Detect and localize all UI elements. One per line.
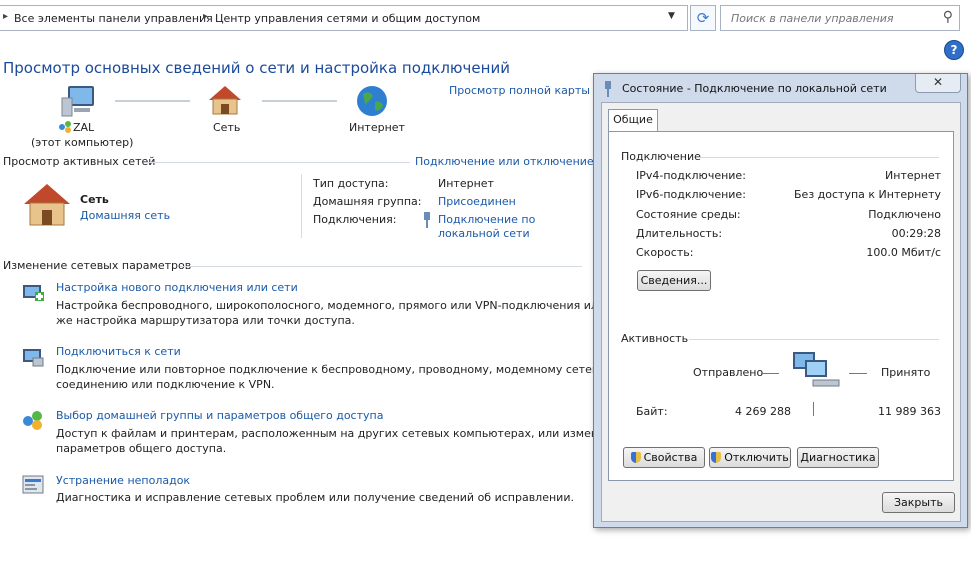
bytes-label: Байт: bbox=[636, 405, 668, 418]
activity-line bbox=[849, 373, 867, 374]
homegroup-icon bbox=[23, 411, 42, 430]
refresh-icon[interactable]: ⟳ bbox=[690, 5, 716, 31]
activity-line bbox=[761, 373, 779, 374]
duration-label: Длительность: bbox=[636, 227, 723, 240]
search-box[interactable]: ⚲ bbox=[720, 5, 960, 31]
task-homegroup-link[interactable]: Выбор домашней группы и параметров общег… bbox=[56, 409, 383, 422]
task-connect-link[interactable]: Подключиться к сети bbox=[56, 345, 181, 358]
dialog-title: Состояние - Подключение по локальной сет… bbox=[622, 82, 887, 95]
properties-button[interactable]: Свойства bbox=[623, 447, 705, 468]
map-internet-label: Интернет bbox=[349, 121, 405, 134]
divider bbox=[301, 174, 302, 238]
ethernet-icon bbox=[605, 81, 611, 97]
task-troubleshoot-link[interactable]: Устранение неполадок bbox=[56, 474, 190, 487]
ipv6-value: Без доступа к Интернету bbox=[794, 188, 941, 201]
shield-icon bbox=[630, 452, 641, 463]
divider bbox=[689, 339, 939, 340]
computer-name: ZAL bbox=[73, 121, 95, 134]
activity-divider bbox=[813, 402, 814, 416]
ipv4-label: IPv4-подключение: bbox=[636, 169, 746, 182]
ipv4-value: Интернет bbox=[885, 169, 941, 182]
duration-value: 00:29:28 bbox=[891, 227, 941, 240]
globe-icon bbox=[357, 86, 387, 116]
connections-label: Подключения: bbox=[313, 213, 397, 226]
bytes-received-value: 11 989 363 bbox=[878, 405, 941, 418]
disable-button-label: Отключить bbox=[724, 451, 789, 464]
divider bbox=[699, 157, 939, 158]
task-troubleshoot-desc1: Диагностика и исправление сетевых пробле… bbox=[56, 491, 574, 504]
computer-sub: (этот компьютер) bbox=[31, 136, 134, 149]
task-connect-desc1: Подключение или повторное подключение к … bbox=[56, 363, 620, 376]
speed-label: Скорость: bbox=[636, 246, 694, 259]
house-icon bbox=[209, 86, 241, 115]
tab-general[interactable]: Общие bbox=[608, 109, 658, 132]
breadcrumb-arrow-icon[interactable]: ▸ bbox=[3, 11, 8, 22]
tab-pane-general: Подключение IPv4-подключение: Интернет I… bbox=[608, 131, 954, 481]
ethernet-icon bbox=[423, 212, 431, 228]
access-type-label: Тип доступа: bbox=[313, 177, 389, 190]
active-networks-header: Просмотр активных сетей bbox=[3, 155, 156, 168]
sent-label: Отправлено bbox=[693, 366, 764, 379]
task-new-connection-desc2: же настройка маршрутизатора или точки до… bbox=[56, 314, 355, 327]
disable-button[interactable]: Отключить bbox=[709, 447, 791, 468]
address-dropdown-icon[interactable]: ▼ bbox=[668, 11, 675, 21]
activity-group-label: Активность bbox=[621, 332, 689, 345]
homegroup-badge-icon bbox=[58, 120, 72, 134]
task-connect-desc2: соединению или подключение к VPN. bbox=[56, 378, 275, 391]
divider bbox=[146, 162, 410, 163]
close-button[interactable]: Закрыть bbox=[882, 492, 955, 513]
task-homegroup-desc1: Доступ к файлам и принтерам, расположенн… bbox=[56, 427, 626, 440]
network-activity-icon bbox=[793, 352, 840, 387]
search-input[interactable] bbox=[729, 11, 933, 26]
close-icon[interactable]: ✕ bbox=[915, 74, 961, 93]
address-bar[interactable]: ▸ Все элементы панели управления ▸ Центр… bbox=[0, 5, 688, 31]
breadcrumb-arrow-icon[interactable]: ▸ bbox=[203, 11, 208, 22]
media-state-value: Подключено bbox=[868, 208, 941, 221]
received-label: Принято bbox=[881, 366, 931, 379]
breadcrumb-network-center[interactable]: Центр управления сетями и общим доступом bbox=[215, 12, 480, 25]
diagnose-button[interactable]: Диагностика bbox=[797, 447, 879, 468]
homegroup-label: Домашняя группа: bbox=[313, 195, 422, 208]
local-connection-link-line1[interactable]: Подключение по bbox=[438, 213, 535, 226]
breadcrumb-all-items[interactable]: Все элементы панели управления bbox=[14, 12, 213, 25]
help-icon[interactable]: ? bbox=[944, 40, 964, 60]
task-new-connection-link[interactable]: Настройка нового подключения или сети bbox=[56, 281, 298, 294]
ipv6-label: IPv6-подключение: bbox=[636, 188, 746, 201]
task-new-connection-desc1: Настройка беспроводного, широкополосного… bbox=[56, 299, 606, 312]
shield-icon bbox=[711, 452, 722, 463]
network-name: Сеть bbox=[80, 193, 109, 206]
bytes-sent-value: 4 269 288 bbox=[735, 405, 791, 418]
new-connection-icon bbox=[23, 285, 44, 301]
media-state-label: Состояние среды: bbox=[636, 208, 741, 221]
access-type-value: Интернет bbox=[438, 177, 494, 190]
local-connection-link-line2[interactable]: локальной сети bbox=[438, 227, 530, 240]
troubleshoot-icon bbox=[22, 475, 44, 494]
connection-group-label: Подключение bbox=[621, 150, 701, 163]
page-title: Просмотр основных сведений о сети и наст… bbox=[3, 59, 510, 77]
computer-icon bbox=[61, 86, 94, 117]
map-connector bbox=[115, 100, 190, 102]
connect-network-icon bbox=[23, 349, 44, 367]
change-settings-header: Изменение сетевых параметров bbox=[3, 259, 192, 272]
connect-disconnect-link[interactable]: Подключение или отключение bbox=[415, 155, 594, 168]
dialog-body: Общие Подключение IPv4-подключение: Инте… bbox=[601, 102, 961, 522]
network-type-link[interactable]: Домашняя сеть bbox=[80, 209, 170, 222]
homegroup-link[interactable]: Присоединен bbox=[438, 195, 516, 208]
status-dialog[interactable]: Состояние - Подключение по локальной сет… bbox=[593, 73, 968, 528]
speed-value: 100.0 Мбит/с bbox=[866, 246, 941, 259]
map-connector bbox=[262, 100, 337, 102]
properties-button-label: Свойства bbox=[643, 451, 698, 464]
map-network-label: Сеть bbox=[213, 121, 241, 134]
details-button[interactable]: Сведения... bbox=[637, 270, 711, 291]
house-icon bbox=[24, 184, 70, 226]
full-map-link[interactable]: Просмотр полной карты bbox=[449, 84, 590, 97]
task-homegroup-desc2: параметров общего доступа. bbox=[56, 442, 227, 455]
divider bbox=[180, 266, 582, 267]
search-icon[interactable]: ⚲ bbox=[943, 9, 953, 25]
